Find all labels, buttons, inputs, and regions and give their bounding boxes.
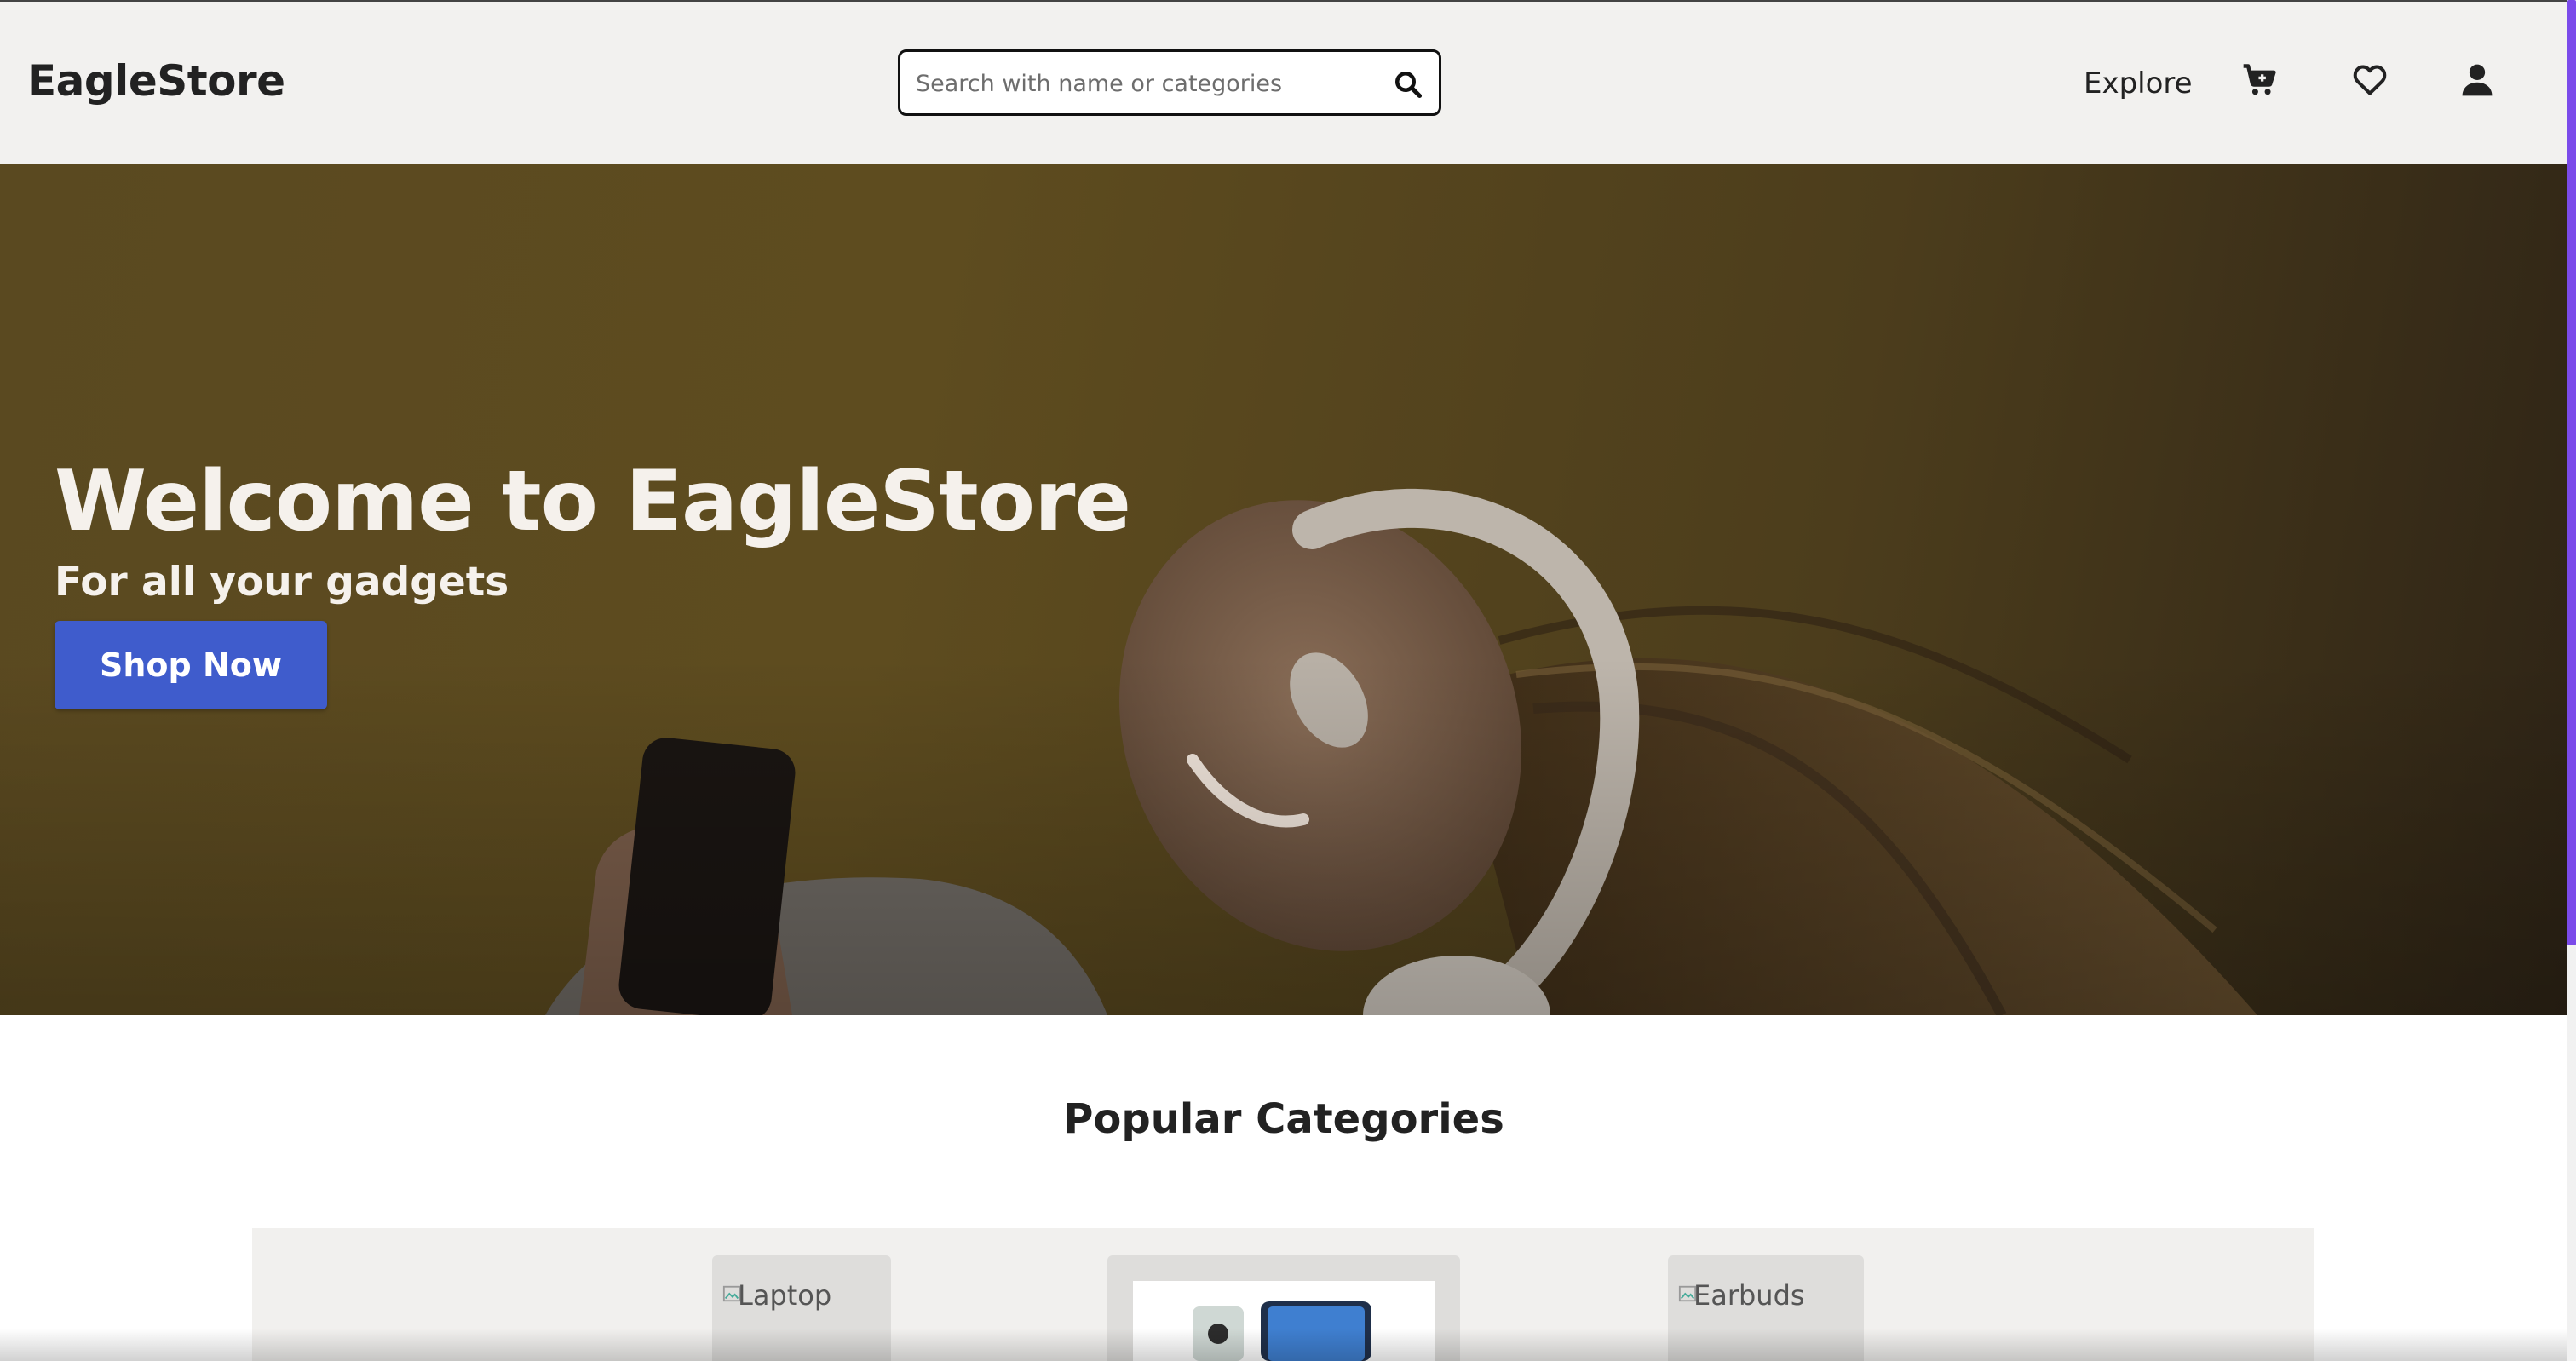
category-image: [1133, 1281, 1435, 1361]
category-card-laptop[interactable]: Laptop: [712, 1255, 891, 1361]
category-image-alt: Earbuds: [1693, 1279, 1805, 1312]
site-header: EagleStore Explore: [0, 2, 2567, 164]
scrollbar-thumb[interactable]: [2567, 0, 2576, 945]
search-input[interactable]: [914, 62, 1377, 105]
search-bar[interactable]: [898, 49, 1441, 116]
hero-title: Welcome to EagleStore: [55, 453, 1131, 550]
category-card-earbuds[interactable]: Earbuds: [1668, 1255, 1864, 1361]
cart-icon[interactable]: [2240, 61, 2278, 99]
hero-banner: Welcome to EagleStore For all your gadge…: [0, 164, 2567, 1015]
store-logo[interactable]: EagleStore: [27, 56, 285, 106]
category-card-smartphone[interactable]: [1107, 1255, 1460, 1361]
shop-now-button[interactable]: Shop Now: [55, 621, 327, 709]
hero-subtitle: For all your gadgets: [55, 559, 509, 606]
popular-categories-title: Popular Categories: [1063, 1095, 1504, 1143]
hero-shadow-overlay: [0, 658, 2567, 1015]
user-icon[interactable]: [2458, 61, 2496, 99]
heart-icon[interactable]: [2351, 61, 2389, 99]
search-icon[interactable]: [1393, 69, 1423, 100]
category-image-alt: Laptop: [738, 1279, 832, 1312]
explore-link[interactable]: Explore: [2084, 66, 2193, 100]
categories-carousel: Laptop Earbuds: [252, 1228, 2314, 1361]
